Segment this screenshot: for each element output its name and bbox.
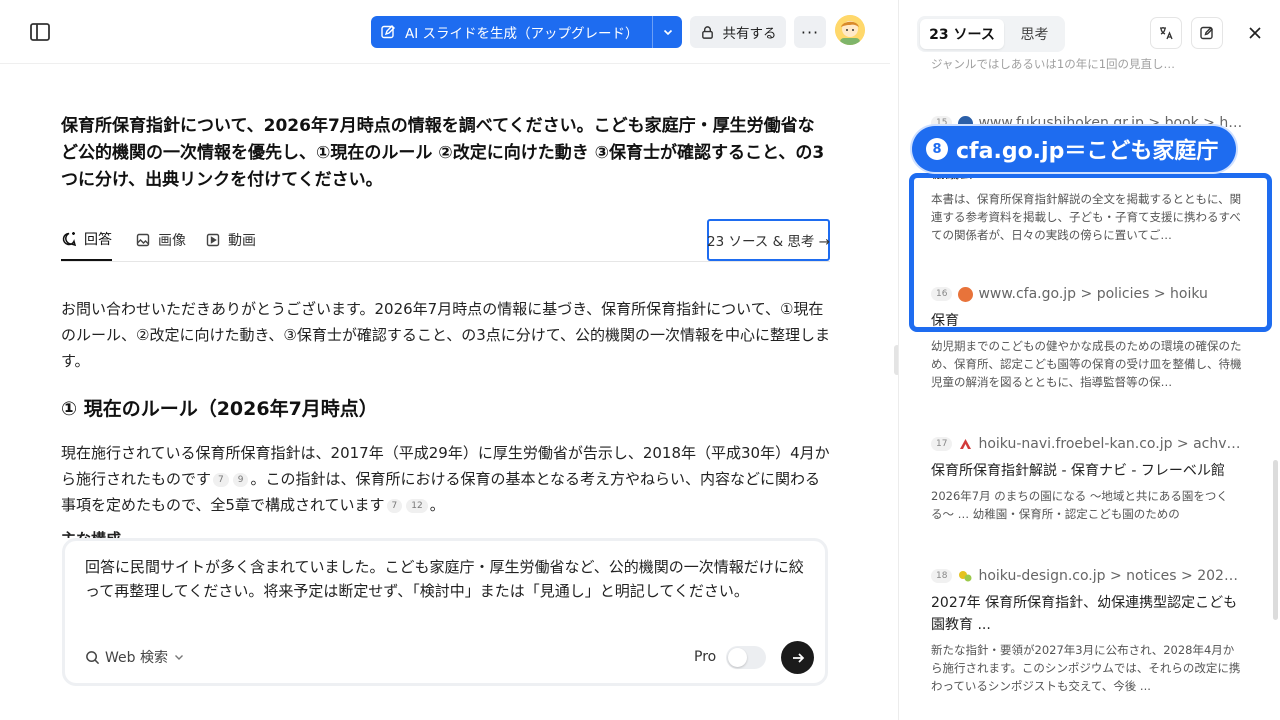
web-search-selector[interactable]: Web 検索 [85,647,185,667]
tab-videos[interactable]: 動画 [205,219,256,261]
froebel-logo-icon [958,437,973,452]
source-description: 2026年7月 のまちの園になる 〜地域と共にある園をつくる〜 … 幼稚園・保育… [931,489,1228,521]
annotation-callout: 8 cfa.go.jp＝こども家庭庁 [912,126,1237,172]
tab-thinking[interactable]: 思考 [1007,19,1062,49]
question-heading: 保育所保育指針について、2026年7月時点の情報を調べてください。こども家庭庁・… [61,116,825,190]
section-heading-current-rules: ① 現在のルール（2026年7月時点） [61,398,378,420]
composer-input[interactable]: 回答に民間サイトが多く含まれていました。こども家庭庁・厚生労働省など、公的機関の… [85,555,807,603]
edit-button[interactable] [1191,17,1223,49]
source-title: 保育所保育指針解説 - 保育ナビ - フレーベル館 [931,463,1225,479]
panel-tabs: 23 ソース 思考 [917,16,1065,52]
share-label: 共有する [722,26,777,42]
source-url: hoiku-navi.froebel-kan.co.jp > achv > h… [978,436,1243,452]
source-number: 18 [931,569,953,583]
main-area: AI スライドを生成（アップグレード） 共有する ··· 保育所保育指針について… [0,0,890,720]
answer-intro: お問い合わせいただきありがとうございます。2026年7月時点の情報に基づき、保育… [61,300,831,370]
hoiku-design-logo-icon [958,569,973,584]
citation-badge[interactable]: 12 [406,498,428,513]
pro-toggle[interactable] [726,646,766,669]
tab-sources[interactable]: 23 ソース [920,19,1004,49]
toggle-knob [728,648,747,667]
panel-scrollbar[interactable] [1273,460,1278,620]
edit-sparkle-icon [380,24,396,40]
pro-label: Pro [694,649,717,665]
top-bar: AI スライドを生成（アップグレード） 共有する ··· [0,0,890,64]
send-button[interactable] [781,641,814,674]
follow-up-composer[interactable]: 回答に民間サイトが多く含まれていました。こども家庭庁・厚生労働省など、公的機関の… [62,538,828,686]
chat-sparkle-icon [61,231,77,247]
paragraph-text-c: 。 [429,496,445,514]
answer-heading: ① 現在のルール（2026年7月時点） [61,396,831,422]
sources-thinking-button[interactable]: 23 ソース & 思考 → [707,219,830,261]
video-icon [205,232,221,248]
source-title: 2027年 保育所保育指針、幼保連携型認定こども園教育 ... [931,595,1238,633]
more-icon: ··· [800,22,820,42]
edit-icon [1200,26,1213,40]
avatar[interactable] [835,15,865,45]
arrow-right-icon [792,652,804,663]
ai-slide-button[interactable]: AI スライドを生成（アップグレード） [371,16,682,48]
web-search-label: Web 検索 [105,650,168,666]
clipped-subheading: 主な構成 [61,526,831,538]
translate-icon [1160,27,1173,40]
citation-badge[interactable]: 7 [386,498,403,513]
share-button[interactable]: 共有する [690,16,786,48]
more-options-button[interactable]: ··· [794,16,826,48]
sidebar-toggle-icon[interactable] [28,20,52,44]
chevron-down-icon[interactable] [652,16,682,48]
clipped-source-text: ジャンルではしあるいは1の年に1回の見直し… [931,57,1176,71]
highlight-box [909,173,1272,332]
tab-answer-label: 回答 [84,232,112,248]
source-header: 17 hoiku-navi.froebel-kan.co.jp > achv >… [931,434,1243,454]
chevron-down-icon [173,651,185,663]
citation-badge[interactable]: 9 [232,472,249,487]
tab-videos-label: 動画 [228,233,256,249]
source-item[interactable]: 18 hoiku-design.co.jp > notices > 202606… [931,566,1243,695]
callout-text: cfa.go.jp＝こども家庭庁 [956,139,1219,164]
callout-number: 8 [926,138,948,160]
source-item[interactable]: 17 hoiku-navi.froebel-kan.co.jp > achv >… [931,434,1243,523]
image-icon [135,232,151,248]
ai-slide-label: AI スライドを生成（アップグレード） [405,26,639,42]
source-description: 幼児期までのこどもの健やかな成長のための環境の確保のため、保育所、認定こども園等… [931,339,1242,389]
lock-icon [700,25,715,40]
tab-images[interactable]: 画像 [135,219,186,261]
translate-button[interactable] [1150,17,1182,49]
sources-panel: 23 ソース 思考 ジャンルではしあるいは1の年に1回の見直し… 15 www.… [898,0,1280,720]
tab-images-label: 画像 [158,233,186,249]
source-number: 17 [931,437,953,451]
source-header: 18 hoiku-design.co.jp > notices > 202606… [931,566,1243,586]
search-icon [85,650,100,665]
source-url: hoiku-design.co.jp > notices > 202606s… [978,568,1243,584]
source-description: 新たな指針・要領が2027年3月に公布され、2028年4月から施行されます。この… [931,643,1241,693]
close-icon[interactable] [1243,21,1267,45]
tab-answer[interactable]: 回答 [61,219,112,261]
citation-badge[interactable]: 7 [213,472,229,487]
answer-paragraph: 現在施行されている保育所保育指針は、2017年（平成29年）に厚生労働省が告示し… [61,440,831,518]
